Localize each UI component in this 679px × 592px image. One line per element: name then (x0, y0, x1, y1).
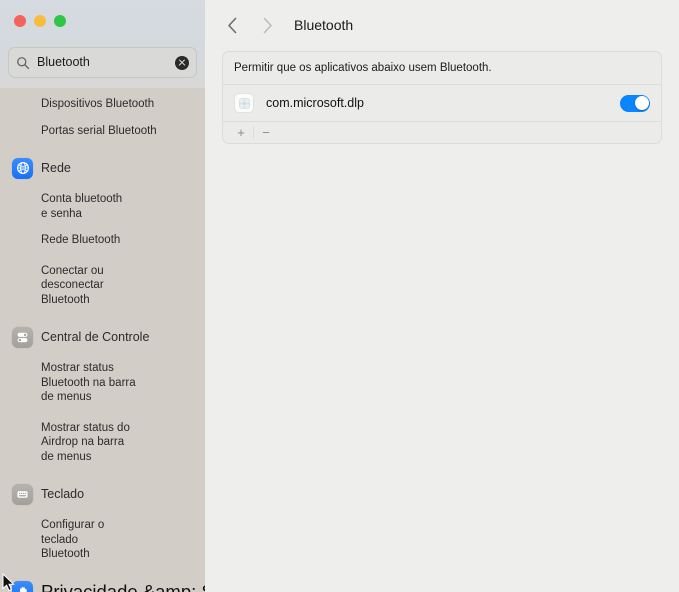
window-traffic-lights (14, 15, 66, 27)
clear-search-icon[interactable] (175, 55, 189, 70)
footer-divider (253, 126, 254, 139)
panel-description: Permitir que os aplicativos abaixo usem … (223, 52, 661, 85)
bluetooth-permissions-panel: Permitir que os aplicativos abaixo usem … (222, 51, 662, 144)
chevron-right-icon (263, 17, 272, 33)
sidebar-item-conta-bluetooth-e-senha[interactable]: Conta bluetooth e senha (0, 189, 205, 224)
sidebar-group-central-de-controle[interactable]: Central de Controle (0, 322, 205, 352)
sidebar-item-conectar-ou-desconectar-bluetooth[interactable]: Conectar ou desconectar Bluetooth (0, 261, 150, 311)
toolbar: Bluetooth (205, 0, 679, 50)
main-content: Bluetooth Permitir que os aplicativos ab… (205, 0, 679, 592)
minimize-button[interactable] (34, 15, 46, 27)
table-row[interactable]: com.microsoft.dlp (223, 85, 661, 122)
page-title: Bluetooth (294, 17, 354, 33)
keyboard-icon (12, 483, 33, 505)
search-field[interactable]: Bluetooth (8, 47, 197, 78)
back-button[interactable] (219, 12, 245, 38)
app-permission-toggle[interactable] (620, 94, 650, 112)
sidebar: Bluetooth Dispositivos Bluetooth Portas … (0, 0, 205, 592)
sidebar-scroll-area[interactable]: Dispositivos Bluetooth Portas serial Blu… (0, 88, 205, 592)
search-icon (17, 56, 30, 69)
sidebar-group-label: Teclado (41, 487, 85, 501)
forward-button[interactable] (254, 12, 280, 38)
sidebar-item-label: Conta bluetooth e senha (41, 193, 123, 220)
control-center-icon (12, 326, 33, 348)
sidebar-item-mostrar-status-bluetooth[interactable]: Mostrar status Bluetooth na barra de men… (0, 358, 155, 408)
globe-icon (12, 157, 33, 179)
generic-app-icon (234, 93, 254, 113)
chevron-left-icon (227, 17, 236, 33)
sidebar-result-portas-serial-bluetooth[interactable]: Portas serial Bluetooth (0, 121, 205, 142)
sidebar-item-rede-bluetooth[interactable]: Rede Bluetooth (0, 230, 205, 251)
toggle-knob (634, 96, 649, 110)
sidebar-item-configurar-teclado-bluetooth[interactable]: Configurar o teclado Bluetooth (0, 515, 120, 565)
panel-footer: + − (223, 122, 661, 143)
privacy-hand-icon (12, 581, 33, 592)
sidebar-group-teclado[interactable]: Teclado (0, 479, 205, 509)
sidebar-item-mostrar-status-airdrop[interactable]: Mostrar status do Airdrop na barra de me… (0, 418, 152, 468)
search-input[interactable]: Bluetooth (37, 56, 175, 69)
sidebar-group-privacidade-seguranca[interactable]: Privacidade &amp; Segurança (0, 577, 205, 592)
sidebar-group-label: Rede (41, 161, 71, 175)
settings-window: Bluetooth Dispositivos Bluetooth Portas … (0, 0, 679, 592)
add-app-button[interactable]: + (231, 126, 251, 139)
sidebar-result-dispositivos-bluetooth[interactable]: Dispositivos Bluetooth (0, 94, 205, 115)
remove-app-button[interactable]: − (256, 126, 276, 139)
sidebar-group-label: Privacidade &amp; Segurança (41, 580, 205, 592)
zoom-button[interactable] (54, 15, 66, 27)
sidebar-group-label: Central de Controle (41, 330, 150, 344)
close-button[interactable] (14, 15, 26, 27)
sidebar-header: Bluetooth (0, 0, 205, 88)
app-bundle-id: com.microsoft.dlp (266, 96, 364, 110)
sidebar-group-rede[interactable]: Rede (0, 153, 205, 183)
